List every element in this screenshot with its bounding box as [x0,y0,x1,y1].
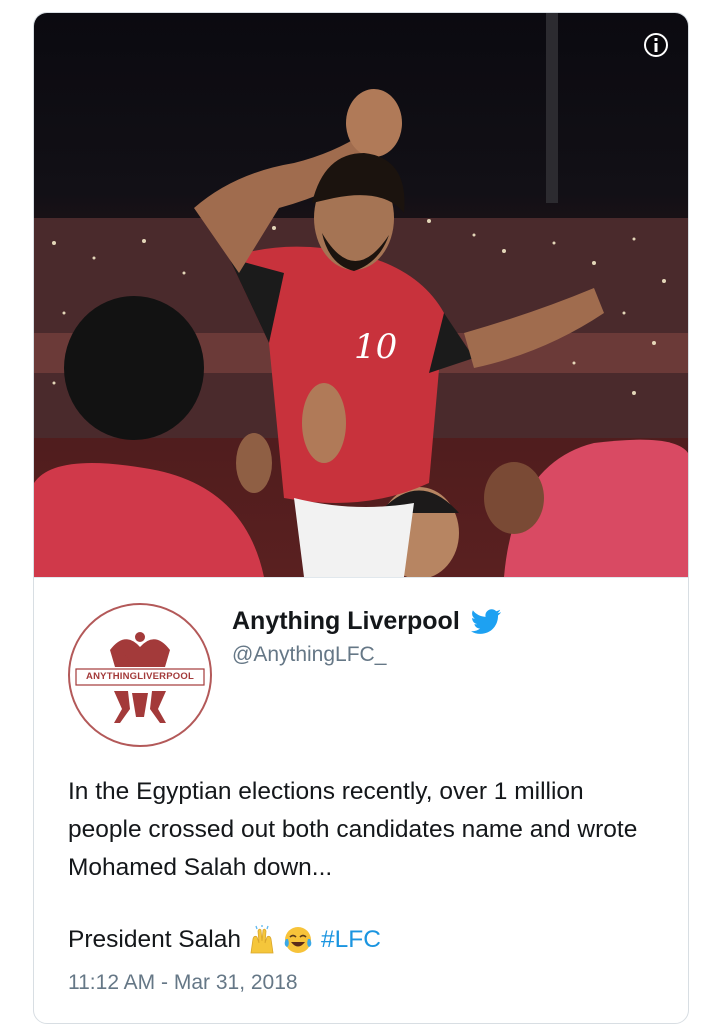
author-avatar[interactable]: ANYTHINGLIVERPOOL [68,603,212,747]
twitter-bird-icon-svg [470,608,501,634]
tweet-line2-text: President Salah [68,926,241,953]
tweet-paragraph: In the Egyptian elections recently, over… [68,778,638,881]
tweet-card: 10 ANYTHINGLIVERPOOL Anything Liverpool … [33,12,689,1024]
svg-text:10: 10 [354,327,397,367]
tweet-second-line: President Salah #LFC [68,924,381,955]
tweet-timestamp[interactable]: 11:12 AM - Mar 31, 2018 [68,971,298,995]
hashtag-link[interactable]: #LFC [321,926,381,954]
media-divider [34,577,688,578]
author-display-name[interactable]: Anything Liverpool [232,607,460,636]
twitter-bird-icon[interactable] [470,608,502,635]
tweet-text: In the Egyptian elections recently, over… [68,773,648,887]
raised-hands-emoji-icon [247,924,277,955]
tears-of-joy-emoji-icon [283,925,313,955]
logo-wordmark: ANYTHINGLIVERPOOL [86,671,194,682]
info-button[interactable] [644,33,668,57]
tweet-photo[interactable]: 10 [34,13,688,577]
info-icon [654,38,658,52]
author-name-row[interactable]: Anything Liverpool [232,607,502,636]
author-handle[interactable]: @AnythingLFC_ [232,643,386,667]
stadium-scene-illustration: 10 [34,13,688,577]
